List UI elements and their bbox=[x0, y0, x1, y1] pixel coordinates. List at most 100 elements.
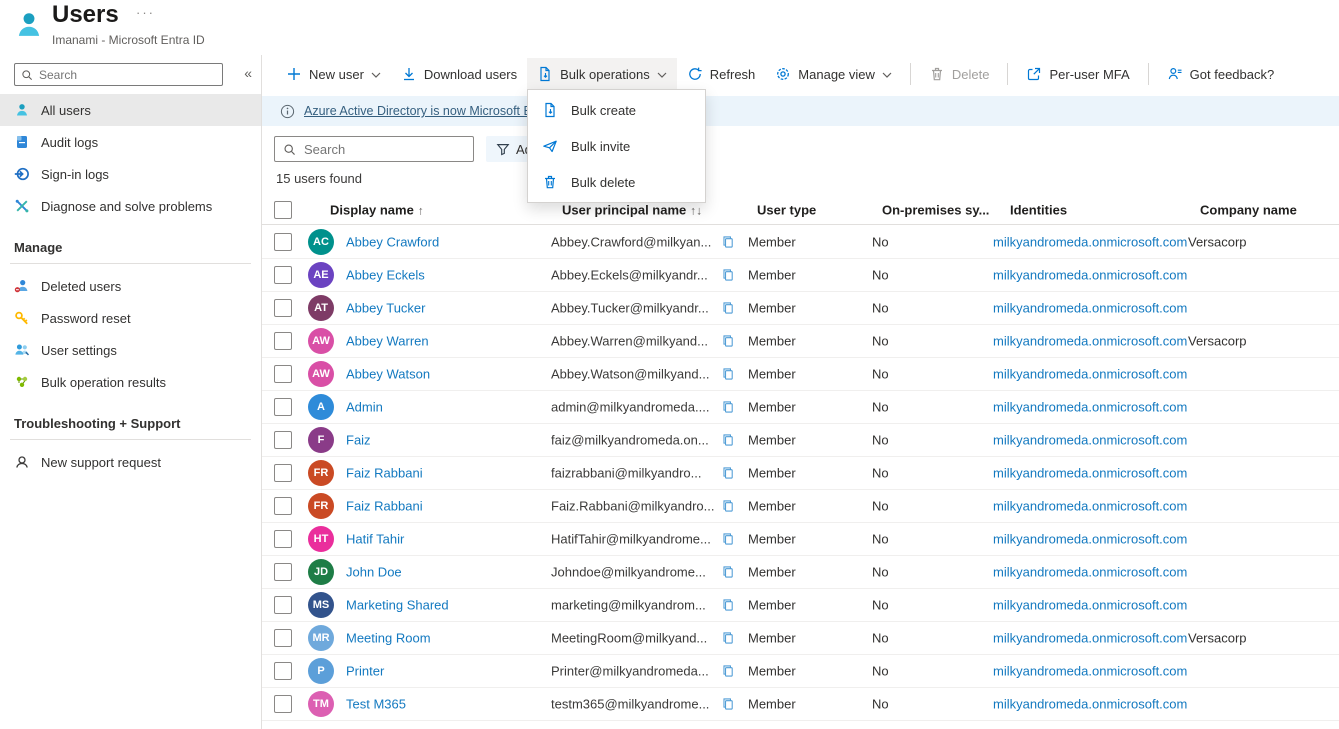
sidebar-item-deleted-users[interactable]: Deleted users bbox=[0, 270, 261, 302]
user-display-name-link[interactable]: Abbey Eckels bbox=[346, 268, 425, 283]
identity-link[interactable]: milkyandromeda.onmicrosoft.com bbox=[993, 466, 1187, 481]
sidebar-search[interactable] bbox=[14, 63, 223, 86]
user-display-name-link[interactable]: Abbey Tucker bbox=[346, 301, 426, 316]
copy-icon[interactable] bbox=[721, 664, 735, 679]
copy-icon[interactable] bbox=[721, 235, 735, 250]
copy-icon[interactable] bbox=[721, 466, 735, 481]
bulk-operations-button[interactable]: Bulk operations bbox=[527, 58, 677, 90]
identity-link[interactable]: milkyandromeda.onmicrosoft.com bbox=[993, 268, 1187, 283]
row-checkbox[interactable] bbox=[274, 365, 292, 383]
user-display-name-link[interactable]: Admin bbox=[346, 400, 383, 415]
row-checkbox[interactable] bbox=[274, 497, 292, 515]
identity-link[interactable]: milkyandromeda.onmicrosoft.com bbox=[993, 301, 1187, 316]
table-row[interactable]: HT Hatif Tahir HatifTahir@milkyandrome..… bbox=[262, 523, 1339, 556]
user-display-name-link[interactable]: Test M365 bbox=[346, 697, 406, 712]
table-row[interactable]: P Printer Printer@milkyandromeda... Memb… bbox=[262, 655, 1339, 688]
refresh-button[interactable]: Refresh bbox=[677, 58, 766, 90]
row-checkbox[interactable] bbox=[274, 563, 292, 581]
copy-icon[interactable] bbox=[721, 301, 735, 316]
column-on-premises[interactable]: On-premises sy... bbox=[882, 203, 989, 218]
download-users-button[interactable]: Download users bbox=[391, 58, 527, 90]
copy-icon[interactable] bbox=[721, 631, 735, 646]
copy-icon[interactable] bbox=[721, 334, 735, 349]
table-row[interactable]: JD John Doe Johndoe@milkyandrome... Memb… bbox=[262, 556, 1339, 589]
sidebar-item-bulk-operation-results[interactable]: Bulk operation results bbox=[0, 366, 261, 398]
row-checkbox[interactable] bbox=[274, 629, 292, 647]
copy-icon[interactable] bbox=[721, 499, 735, 514]
identity-link[interactable]: milkyandromeda.onmicrosoft.com bbox=[993, 631, 1187, 646]
user-display-name-link[interactable]: Marketing Shared bbox=[346, 598, 449, 613]
table-row[interactable]: AE Abbey Eckels Abbey.Eckels@milkyandr..… bbox=[262, 259, 1339, 292]
row-checkbox[interactable] bbox=[274, 398, 292, 416]
table-row[interactable]: AC Abbey Crawford Abbey.Crawford@milkyan… bbox=[262, 226, 1339, 259]
user-display-name-link[interactable]: Abbey Watson bbox=[346, 367, 430, 382]
sidebar-item-user-settings[interactable]: User settings bbox=[0, 334, 261, 366]
row-checkbox[interactable] bbox=[274, 266, 292, 284]
identity-link[interactable]: milkyandromeda.onmicrosoft.com bbox=[993, 598, 1187, 613]
menu-item-bulk-invite[interactable]: Bulk invite bbox=[528, 128, 705, 164]
more-menu-icon[interactable]: ··· bbox=[136, 5, 155, 20]
column-company-name[interactable]: Company name bbox=[1200, 203, 1297, 218]
copy-icon[interactable] bbox=[721, 532, 735, 547]
user-display-name-link[interactable]: Meeting Room bbox=[346, 631, 431, 646]
identity-link[interactable]: milkyandromeda.onmicrosoft.com bbox=[993, 697, 1187, 712]
copy-icon[interactable] bbox=[721, 697, 735, 712]
table-row[interactable]: MR Meeting Room MeetingRoom@milkyand... … bbox=[262, 622, 1339, 655]
copy-icon[interactable] bbox=[721, 598, 735, 613]
table-row[interactable]: A Admin admin@milkyandromeda.... Member … bbox=[262, 391, 1339, 424]
copy-icon[interactable] bbox=[721, 268, 735, 283]
user-display-name-link[interactable]: Abbey Warren bbox=[346, 334, 429, 349]
row-checkbox[interactable] bbox=[274, 662, 292, 680]
row-checkbox[interactable] bbox=[274, 596, 292, 614]
user-display-name-link[interactable]: Faiz Rabbani bbox=[346, 466, 423, 481]
user-display-name-link[interactable]: Abbey Crawford bbox=[346, 235, 439, 250]
row-checkbox[interactable] bbox=[274, 299, 292, 317]
table-row[interactable]: AW Abbey Watson Abbey.Watson@milkyand...… bbox=[262, 358, 1339, 391]
column-user-principal-name[interactable]: User principal name↑↓ bbox=[562, 203, 702, 218]
copy-icon[interactable] bbox=[721, 400, 735, 415]
identity-link[interactable]: milkyandromeda.onmicrosoft.com bbox=[993, 664, 1187, 679]
table-row[interactable]: FR Faiz Rabbani faizrabbani@milkyandro..… bbox=[262, 457, 1339, 490]
sidebar-search-input[interactable] bbox=[39, 68, 216, 82]
got-feedback-button[interactable]: Got feedback? bbox=[1157, 58, 1285, 90]
row-checkbox[interactable] bbox=[274, 695, 292, 713]
identity-link[interactable]: milkyandromeda.onmicrosoft.com bbox=[993, 400, 1187, 415]
row-checkbox[interactable] bbox=[274, 233, 292, 251]
table-row[interactable]: FR Faiz Rabbani Faiz.Rabbani@milkyandro.… bbox=[262, 490, 1339, 523]
delete-button[interactable]: Delete bbox=[919, 58, 1000, 90]
sidebar-item-new-support-request[interactable]: New support request bbox=[0, 446, 261, 478]
table-row[interactable]: F Faiz faiz@milkyandromeda.on... Member … bbox=[262, 424, 1339, 457]
select-all-checkbox[interactable] bbox=[274, 201, 292, 219]
table-row[interactable]: MS Marketing Shared marketing@milkyandro… bbox=[262, 589, 1339, 622]
user-display-name-link[interactable]: Faiz bbox=[346, 433, 371, 448]
copy-icon[interactable] bbox=[721, 433, 735, 448]
row-checkbox[interactable] bbox=[274, 332, 292, 350]
user-display-name-link[interactable]: Hatif Tahir bbox=[346, 532, 404, 547]
row-checkbox[interactable] bbox=[274, 530, 292, 548]
sidebar-item-all-users[interactable]: All users bbox=[0, 94, 261, 126]
row-checkbox[interactable] bbox=[274, 431, 292, 449]
new-user-button[interactable]: New user bbox=[276, 58, 391, 90]
identity-link[interactable]: milkyandromeda.onmicrosoft.com bbox=[993, 565, 1187, 580]
sidebar-item-password-reset[interactable]: Password reset bbox=[0, 302, 261, 334]
sidebar-item-audit-logs[interactable]: Audit logs bbox=[0, 126, 261, 158]
sidebar-item-sign-in-logs[interactable]: Sign-in logs bbox=[0, 158, 261, 190]
collapse-sidebar-icon[interactable]: « bbox=[244, 65, 252, 81]
identity-link[interactable]: milkyandromeda.onmicrosoft.com bbox=[993, 433, 1187, 448]
table-row[interactable]: AT Abbey Tucker Abbey.Tucker@milkyandr..… bbox=[262, 292, 1339, 325]
per-user-mfa-button[interactable]: Per-user MFA bbox=[1016, 58, 1139, 90]
menu-item-bulk-delete[interactable]: Bulk delete bbox=[528, 164, 705, 200]
manage-view-button[interactable]: Manage view bbox=[765, 58, 902, 90]
user-display-name-link[interactable]: Faiz Rabbani bbox=[346, 499, 423, 514]
identity-link[interactable]: milkyandromeda.onmicrosoft.com bbox=[993, 499, 1187, 514]
menu-item-bulk-create[interactable]: Bulk create bbox=[528, 92, 705, 128]
identity-link[interactable]: milkyandromeda.onmicrosoft.com bbox=[993, 367, 1187, 382]
column-identities[interactable]: Identities bbox=[1010, 203, 1067, 218]
sidebar-item-diagnose[interactable]: Diagnose and solve problems bbox=[0, 190, 261, 222]
identity-link[interactable]: milkyandromeda.onmicrosoft.com bbox=[993, 334, 1187, 349]
column-display-name[interactable]: Display name↑ bbox=[330, 203, 424, 218]
copy-icon[interactable] bbox=[721, 565, 735, 580]
user-display-name-link[interactable]: Printer bbox=[346, 664, 384, 679]
users-search-input[interactable] bbox=[304, 142, 465, 157]
column-user-type[interactable]: User type bbox=[757, 203, 816, 218]
